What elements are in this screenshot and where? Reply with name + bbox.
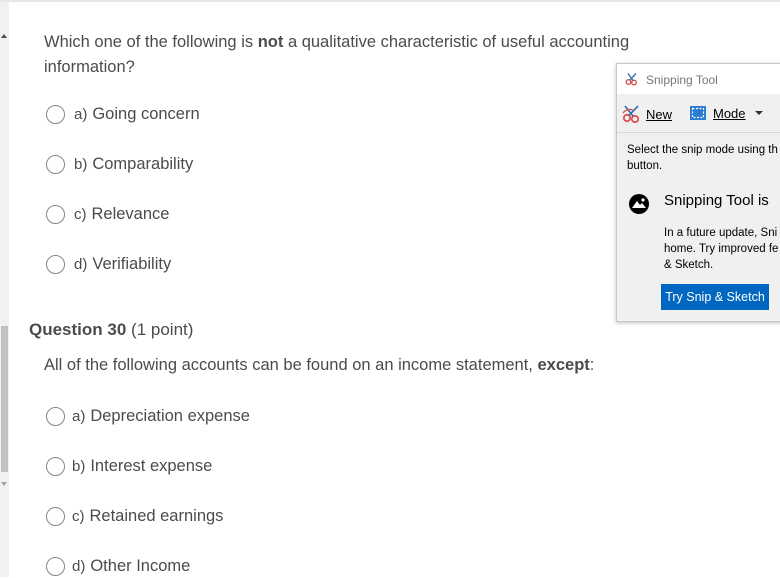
scroll-up-arrow-icon[interactable] xyxy=(1,34,7,38)
snip-notice-title: Snipping Tool is xyxy=(664,192,769,209)
snipping-tool-toolbar: New Mode xyxy=(617,96,780,133)
snip-mode-hint: Select the snip mode using th button. xyxy=(627,144,778,172)
radio-button[interactable] xyxy=(46,154,65,174)
scissors-icon xyxy=(625,73,637,86)
scroll-down-arrow-icon[interactable] xyxy=(1,482,7,486)
q29-option-b[interactable]: b) Comparability xyxy=(46,152,193,176)
q29-option-c[interactable]: c) Relevance xyxy=(46,202,169,226)
question-30-text: All of the following accounts can be fou… xyxy=(44,356,595,374)
radio-button[interactable] xyxy=(46,254,65,274)
snip-sketch-app-icon xyxy=(629,194,649,214)
radio-button[interactable] xyxy=(46,556,65,576)
question-29-text: Which one of the following is not a qual… xyxy=(44,33,630,76)
snip-notice-body: In a future update, Sni home. Try improv… xyxy=(664,227,779,271)
radio-button[interactable] xyxy=(46,456,65,476)
q30-option-b[interactable]: b) Interest expense xyxy=(46,454,212,478)
chevron-down-icon xyxy=(754,111,763,115)
try-snip-sketch-button[interactable]: Try Snip & Sketch xyxy=(661,284,769,310)
radio-button[interactable] xyxy=(46,104,65,124)
q30-option-c[interactable]: c) Retained earnings xyxy=(46,504,223,528)
page-scrollbar[interactable] xyxy=(0,2,9,577)
q30-option-a[interactable]: a) Depreciation expense xyxy=(46,404,250,428)
mode-dropdown-button[interactable]: Mode xyxy=(689,105,763,121)
snipping-tool-titlebar[interactable]: Snipping Tool xyxy=(617,64,780,94)
new-snip-button[interactable]: New xyxy=(621,104,672,124)
radio-button[interactable] xyxy=(46,406,65,426)
scrollbar-thumb[interactable] xyxy=(1,326,8,472)
rectangle-mode-icon xyxy=(690,106,706,120)
question-30-title: Question 30 (1 point) xyxy=(29,320,194,339)
new-snip-scissors-icon xyxy=(622,105,640,124)
top-border xyxy=(0,0,780,2)
radio-button[interactable] xyxy=(46,506,65,526)
q29-option-a[interactable]: a) Going concern xyxy=(46,102,200,126)
q30-option-d[interactable]: d) Other Income xyxy=(46,554,190,578)
snipping-tool-window[interactable]: Snipping Tool New Mode Select the snip m… xyxy=(616,63,780,322)
q29-option-d[interactable]: d) Verifiability xyxy=(46,252,171,276)
radio-button[interactable] xyxy=(46,204,65,224)
snipping-tool-title: Snipping Tool xyxy=(646,73,718,87)
